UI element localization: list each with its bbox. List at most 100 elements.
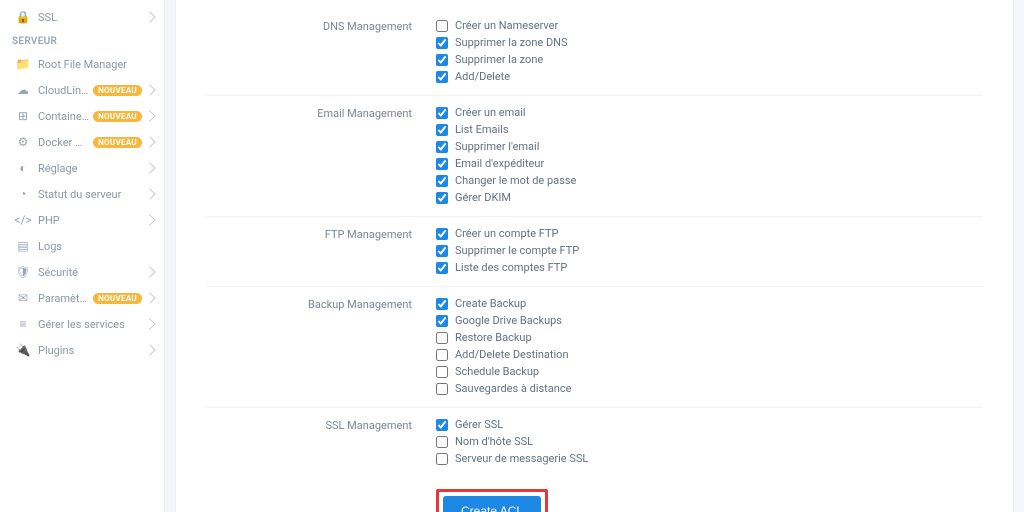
checkbox-line[interactable]: Create Backup — [436, 297, 983, 310]
checkbox-label: Gérer DKIM — [455, 191, 511, 204]
checkbox[interactable] — [436, 298, 448, 310]
sidebar-item-label: Sécurité — [38, 266, 142, 279]
checkbox[interactable] — [436, 54, 448, 66]
sidebar-item-icon: 🔒 — [16, 10, 30, 24]
checkbox-label: Créer un Nameserver — [455, 19, 558, 32]
checkbox-label: Créer un email — [455, 106, 526, 119]
form-section: FTP Management Créer un compte FTP Supprim… — [206, 217, 983, 287]
acl-panel: DNS ManagementCréer un NameserverSupprim… — [175, 0, 1014, 512]
checkbox[interactable] — [436, 124, 448, 136]
sidebar-item[interactable]: ◔Statut du serveur — [0, 181, 164, 207]
checkbox[interactable] — [436, 366, 448, 378]
checkbox[interactable] — [436, 20, 448, 32]
chevron-right-icon — [144, 318, 155, 329]
checkbox-line[interactable]: Nom d'hôte SSL — [436, 435, 983, 448]
checkbox-line[interactable]: Sauvegardes à distance — [436, 382, 983, 395]
checkbox-line[interactable]: Liste des comptes FTP — [436, 261, 983, 274]
sidebar-item[interactable]: ⚙Docker ManagerNOUVEAU — [0, 129, 164, 155]
checkbox-line[interactable]: Créer un Nameserver — [436, 19, 983, 32]
checkbox-line[interactable]: Changer le mot de passe — [436, 174, 983, 187]
sidebar-item[interactable]: ▤ Logs — [0, 233, 164, 259]
checkbox-label: Nom d'hôte SSL — [455, 435, 533, 448]
chevron-right-icon — [144, 84, 155, 95]
form-controls: Gérer SSL Nom d'hôte SSL Serveur de messag… — [436, 418, 983, 465]
sidebar-item-icon: ▤ — [16, 239, 30, 253]
sidebar-item-label: PHP — [38, 214, 142, 227]
sidebar-item-icon: 🛡 — [16, 265, 30, 279]
checkbox-line[interactable]: Supprimer le compte FTP — [436, 244, 983, 257]
checkbox-label: Google Drive Backups — [455, 314, 562, 327]
checkbox-line[interactable]: Add/Delete Destination — [436, 348, 983, 361]
form-section: Email ManagementCréer un emailList Email… — [206, 96, 983, 217]
badge-nouveau: NOUVEAU — [93, 111, 142, 122]
sidebar-item-label: Paramètres de messagerie — [38, 292, 89, 305]
checkbox-line[interactable]: List Emails — [436, 123, 983, 136]
checkbox[interactable] — [436, 192, 448, 204]
sidebar-item[interactable]: </> PHP — [0, 207, 164, 233]
checkbox[interactable] — [436, 107, 448, 119]
sidebar-item[interactable]: ◐ Réglage — [0, 155, 164, 181]
checkbox[interactable] — [436, 419, 448, 431]
sidebar-item-icon: </> — [16, 213, 30, 227]
checkbox-label: Add/Delete — [455, 70, 510, 83]
sidebar-section-title: SERVEUR — [0, 30, 164, 51]
sidebar-item-label: Gérer les services — [38, 318, 142, 331]
checkbox-line[interactable]: Supprimer la zone — [436, 53, 983, 66]
checkbox[interactable] — [436, 71, 448, 83]
form-section-label: FTP Management — [206, 227, 436, 274]
sidebar-item-label: Réglage — [38, 162, 142, 175]
form-controls: Create Backup Google Drive Backups Restore… — [436, 297, 983, 395]
checkbox-line[interactable]: Schedule Backup — [436, 365, 983, 378]
create-acl-button[interactable]: Create ACL — [443, 496, 541, 512]
sidebar-item[interactable]: 🔌Plugins — [0, 337, 164, 363]
sidebar-item-icon: 📁 — [16, 57, 30, 71]
checkbox[interactable] — [436, 453, 448, 465]
checkbox-line[interactable]: Gérer SSL — [436, 418, 983, 431]
sidebar-item-icon: ⚙ — [16, 135, 30, 149]
checkbox-line[interactable]: Créer un email — [436, 106, 983, 119]
sidebar-item[interactable]: 🔒SSL — [0, 4, 164, 30]
checkbox-line[interactable]: Gérer DKIM — [436, 191, 983, 204]
checkbox-label: Supprimer la zone — [455, 53, 543, 66]
checkbox-line[interactable]: Supprimer la zone DNS — [436, 36, 983, 49]
sidebar-item-icon: ≡ — [16, 317, 30, 331]
checkbox-line[interactable]: Restore Backup — [436, 331, 983, 344]
sidebar-item[interactable]: ≡ Gérer les services — [0, 311, 164, 337]
checkbox-line[interactable]: Créer un compte FTP — [436, 227, 983, 240]
checkbox[interactable] — [436, 158, 448, 170]
form-controls: Créer un compte FTP Supprimer le compte F… — [436, 227, 983, 274]
checkbox-line[interactable]: Google Drive Backups — [436, 314, 983, 327]
checkbox-line[interactable]: Email d'expéditeur — [436, 157, 983, 170]
checkbox[interactable] — [436, 245, 448, 257]
checkbox[interactable] — [436, 349, 448, 361]
sidebar-item[interactable]: ⊞ContainerizationNOUVEAU — [0, 103, 164, 129]
sidebar-item-label: Logs — [38, 240, 154, 253]
checkbox[interactable] — [436, 228, 448, 240]
checkbox-label: Supprimer la zone DNS — [455, 36, 568, 49]
checkbox-label: Créer un compte FTP — [455, 227, 558, 240]
sidebar-item[interactable]: ✉Paramètres de messagerieNOUVEAU — [0, 285, 164, 311]
sidebar-item-icon: ◐ — [16, 161, 30, 175]
checkbox[interactable] — [436, 37, 448, 49]
checkbox[interactable] — [436, 262, 448, 274]
sidebar-item-label: Statut du serveur — [38, 188, 142, 201]
checkbox-label: Changer le mot de passe — [455, 174, 576, 187]
form-section: DNS ManagementCréer un NameserverSupprim… — [206, 9, 983, 96]
checkbox-line[interactable]: Supprimer l'email — [436, 140, 983, 153]
checkbox[interactable] — [436, 383, 448, 395]
checkbox[interactable] — [436, 315, 448, 327]
sidebar-item[interactable]: 🛡 Sécurité — [0, 259, 164, 285]
chevron-right-icon — [144, 214, 155, 225]
checkbox[interactable] — [436, 332, 448, 344]
sidebar-item[interactable]: ☁CloudLinuxNOUVEAU — [0, 77, 164, 103]
checkbox-line[interactable]: Serveur de messagerie SSL — [436, 452, 983, 465]
checkbox[interactable] — [436, 175, 448, 187]
form-section-label: Backup Management — [206, 297, 436, 395]
checkbox[interactable] — [436, 436, 448, 448]
checkbox-line[interactable]: Add/Delete — [436, 70, 983, 83]
checkbox[interactable] — [436, 141, 448, 153]
sidebar-item-label: Root File Manager — [38, 58, 154, 71]
sidebar-item[interactable]: 📁 Root File Manager — [0, 51, 164, 77]
checkbox-label: Sauvegardes à distance — [455, 382, 571, 395]
chevron-right-icon — [144, 110, 155, 121]
